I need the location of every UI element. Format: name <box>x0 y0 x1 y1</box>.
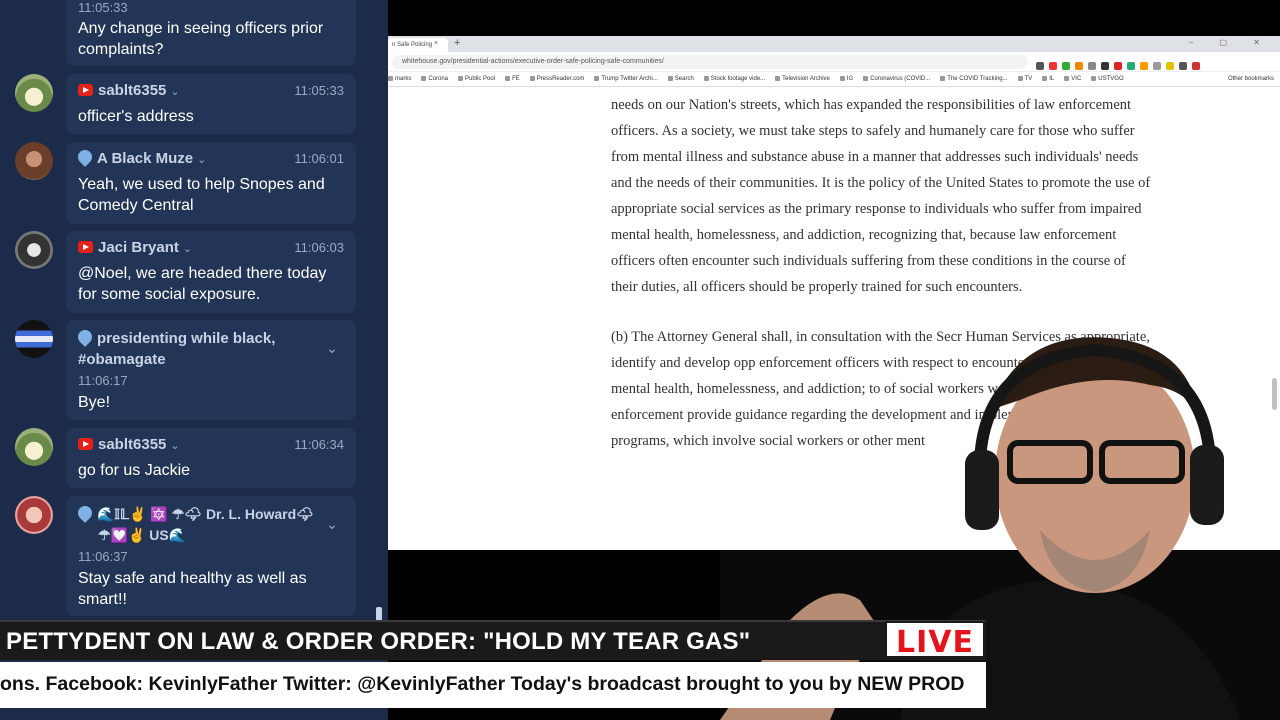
headphones-right <box>1190 445 1224 525</box>
chat-scrollbar[interactable] <box>376 607 382 621</box>
chevron-down-icon[interactable]: ⌄ <box>183 243 192 255</box>
extension-icon[interactable] <box>1062 62 1070 70</box>
extension-icon[interactable] <box>1036 62 1044 70</box>
live-label: LIVE <box>896 625 974 660</box>
chat-message: presidenting while black, #obamagate ⌄ 1… <box>66 320 356 420</box>
bookmark-item[interactable]: IG <box>840 73 853 82</box>
chevron-down-icon[interactable]: ⌄ <box>197 154 206 166</box>
avatar[interactable] <box>15 74 53 112</box>
chat-message-text: Any change in seeing officers prior comp… <box>78 20 324 58</box>
extension-icon[interactable] <box>1153 62 1161 70</box>
chat-message-text: Yeah, we used to help Snopes and Comedy … <box>78 176 325 214</box>
chat-timestamp: 11:06:01 <box>294 151 344 166</box>
bookmark-item[interactable]: Stock footage vide... <box>704 73 765 82</box>
extension-icon[interactable] <box>1140 62 1148 70</box>
bookmark-item[interactable]: Corona <box>421 73 448 82</box>
chat-message: sablt6355 ⌄ 11:06:34 go for us Jackie <box>66 428 356 488</box>
chat-timestamp: 11:05:33 <box>294 83 344 98</box>
ticker-bar: ons. Facebook: KevinlyFather Twitter: @K… <box>0 662 986 708</box>
chat-message-text: Stay safe and healthy as well as smart!! <box>78 570 307 608</box>
extension-icon[interactable] <box>1127 62 1135 70</box>
live-chat-panel: 11:05:33 Any change in seeing officers p… <box>0 0 388 720</box>
extension-icon[interactable] <box>1101 62 1109 70</box>
extension-icon[interactable] <box>1075 62 1083 70</box>
chat-username[interactable]: presidenting while black, #obamagate <box>78 330 275 368</box>
chat-message: sablt6355 ⌄ 11:05:33 officer's address <box>66 74 356 134</box>
chevron-down-icon[interactable]: ⌄ <box>326 340 338 357</box>
chat-message-text: Bye! <box>78 394 111 411</box>
extension-icon[interactable] <box>1049 62 1057 70</box>
extension-icon[interactable] <box>1088 62 1096 70</box>
bookmark-item[interactable]: IL <box>1042 73 1054 82</box>
bookmark-item[interactable]: marks <box>388 73 411 82</box>
address-bar[interactable]: whitehouse.gov/presidential-actions/exec… <box>392 55 1028 69</box>
bookmark-item[interactable]: Coronavirus (COVID... <box>863 73 930 82</box>
avatar[interactable] <box>15 320 53 358</box>
tab-title: n Safe Policing <box>392 42 433 48</box>
document-paragraph: needs on our Nation's streets, which has… <box>611 97 1151 295</box>
bookmark-item[interactable]: USTVGO <box>1091 73 1123 82</box>
extension-icon[interactable] <box>1192 62 1200 70</box>
other-bookmarks[interactable]: Other bookmarks <box>1228 76 1274 82</box>
ticker-text: ons. Facebook: KevinlyFather Twitter: @K… <box>0 673 965 695</box>
chat-message: A Black Muze ⌄ 11:06:01 Yeah, we used to h… <box>66 142 356 224</box>
tab-strip: n Safe Policing × + – ▢ ✕ <box>388 36 1280 52</box>
bookmark-item[interactable]: Public Pool <box>458 73 495 82</box>
chevron-down-icon[interactable]: ⌄ <box>326 516 338 533</box>
chat-message-text: go for us Jackie <box>78 462 191 479</box>
window-controls[interactable]: – ▢ ✕ <box>1189 38 1272 47</box>
new-tab-button[interactable]: + <box>454 37 460 49</box>
youtube-icon <box>78 84 93 96</box>
location-pin-icon <box>75 147 95 167</box>
chat-timestamp: 11:06:03 <box>294 240 344 255</box>
url-text: whitehouse.gov/presidential-actions/exec… <box>402 58 664 65</box>
headline-bar: PETTYDENT ON LAW & ORDER ORDER: "HOLD MY… <box>0 620 986 660</box>
chat-message-text: officer's address <box>78 108 194 125</box>
close-icon[interactable]: × <box>434 40 438 47</box>
extension-icons <box>1036 57 1205 70</box>
headline-text: PETTYDENT ON LAW & ORDER ORDER: "HOLD MY… <box>6 628 751 655</box>
chat-timestamp: 11:06:37 <box>78 549 128 564</box>
live-badge: LIVE <box>885 621 985 660</box>
chat-username[interactable]: A Black Muze <box>97 150 193 167</box>
location-pin-icon <box>75 327 95 347</box>
chat-username[interactable]: sablt6355 <box>98 436 166 453</box>
bookmark-item[interactable]: VIC <box>1064 73 1081 82</box>
bookmark-item[interactable]: FE <box>505 73 520 82</box>
chat-username-line2: ☂💟✌ US🌊 <box>98 527 187 543</box>
bookmark-item[interactable]: The COVID Tracking... <box>940 73 1007 82</box>
youtube-icon <box>78 438 93 450</box>
bookmarks-bar: marks Corona Public Pool FE PressReader.com T… <box>388 73 1280 87</box>
browser-toolbar: whitehouse.gov/presidential-actions/exec… <box>388 52 1280 72</box>
chevron-down-icon[interactable]: ⌄ <box>170 86 179 98</box>
headphones-left <box>965 450 999 530</box>
stream-frame: 11:05:33 Any change in seeing officers p… <box>0 0 1280 720</box>
bookmark-item[interactable]: Television Archive <box>775 73 830 82</box>
chevron-down-icon[interactable]: ⌄ <box>170 440 179 452</box>
chat-timestamp: 11:06:34 <box>294 437 344 452</box>
chat-message-text: @Noel, we are headed there today for som… <box>78 265 327 303</box>
chat-username[interactable]: sablt6355 <box>98 82 166 99</box>
chat-username[interactable]: Jaci Bryant <box>98 239 179 256</box>
extension-icon[interactable] <box>1166 62 1174 70</box>
browser-tab[interactable]: n Safe Policing × <box>388 38 448 52</box>
bookmark-item[interactable]: PressReader.com <box>530 73 585 82</box>
chat-message: 11:05:33 Any change in seeing officers p… <box>66 0 356 66</box>
chat-timestamp: 11:06:17 <box>78 373 128 388</box>
bookmark-item[interactable]: Trump Twitter Archi... <box>594 73 657 82</box>
bookmark-item[interactable]: TV <box>1018 73 1033 82</box>
chat-message: Jaci Bryant ⌄ 11:06:03 @Noel, we are heade… <box>66 231 356 313</box>
chat-username[interactable]: 🌊𝕀𝕃✌ 🔯 ☂🌩 Dr. L. Howard🌩 <box>97 506 314 522</box>
bookmark-item[interactable]: Search <box>668 73 694 82</box>
extension-icon[interactable] <box>1114 62 1122 70</box>
extension-icon[interactable] <box>1179 62 1187 70</box>
chat-message: 🌊𝕀𝕃✌ 🔯 ☂🌩 Dr. L. Howard🌩 ☂💟✌ US🌊 ⌄ 11:06:… <box>66 496 356 616</box>
youtube-icon <box>78 241 93 253</box>
chat-timestamp: 11:05:33 <box>78 0 128 15</box>
avatar[interactable] <box>15 428 53 466</box>
avatar[interactable] <box>15 142 53 180</box>
avatar[interactable] <box>15 496 53 534</box>
location-pin-icon <box>75 503 95 523</box>
avatar[interactable] <box>15 231 53 269</box>
